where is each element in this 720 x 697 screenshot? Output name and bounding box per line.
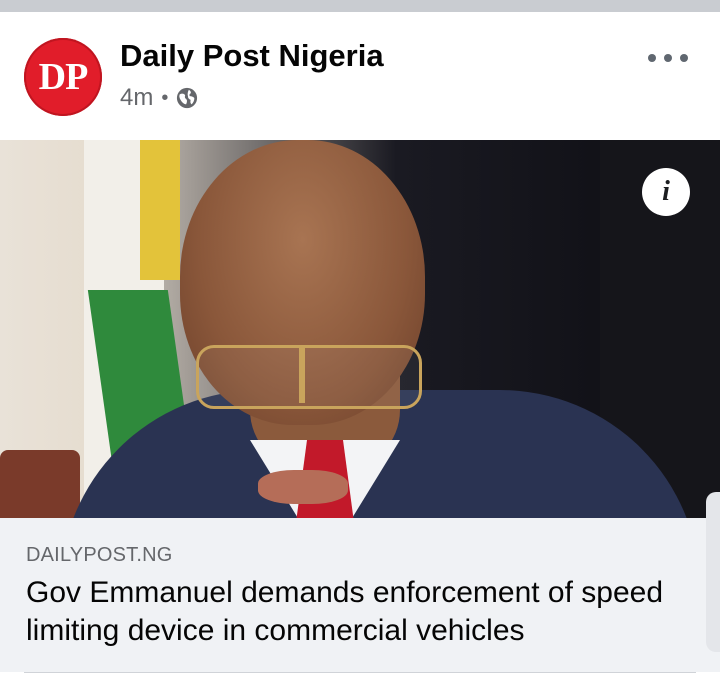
picture-frame xyxy=(0,450,80,518)
page-name[interactable]: Daily Post Nigeria xyxy=(120,38,384,74)
post-meta: 4m • xyxy=(120,84,198,112)
footer-area xyxy=(0,673,720,697)
link-domain: DAILYPOST.NG xyxy=(26,544,173,566)
glasses xyxy=(196,345,422,409)
flag-stripe-yellow xyxy=(140,140,180,280)
info-icon[interactable]: i xyxy=(642,168,690,216)
meta-separator: • xyxy=(161,86,169,109)
more-dot xyxy=(664,54,672,62)
page-avatar[interactable]: DP xyxy=(24,38,102,116)
post-timestamp[interactable]: 4m xyxy=(120,84,153,112)
link-preview[interactable]: DAILYPOST.NG Gov Emmanuel demands enforc… xyxy=(0,518,720,672)
globe-icon[interactable] xyxy=(176,87,198,109)
link-headline[interactable]: Gov Emmanuel demands enforcement of spee… xyxy=(26,574,696,650)
more-dot xyxy=(648,54,656,62)
top-separator xyxy=(0,0,720,12)
more-options-icon[interactable] xyxy=(648,46,688,70)
post-header: DP Daily Post Nigeria 4m • xyxy=(0,12,720,140)
more-dot xyxy=(680,54,688,62)
scroll-handle[interactable] xyxy=(706,492,720,652)
mouth xyxy=(258,470,348,504)
post-image[interactable] xyxy=(0,140,720,518)
